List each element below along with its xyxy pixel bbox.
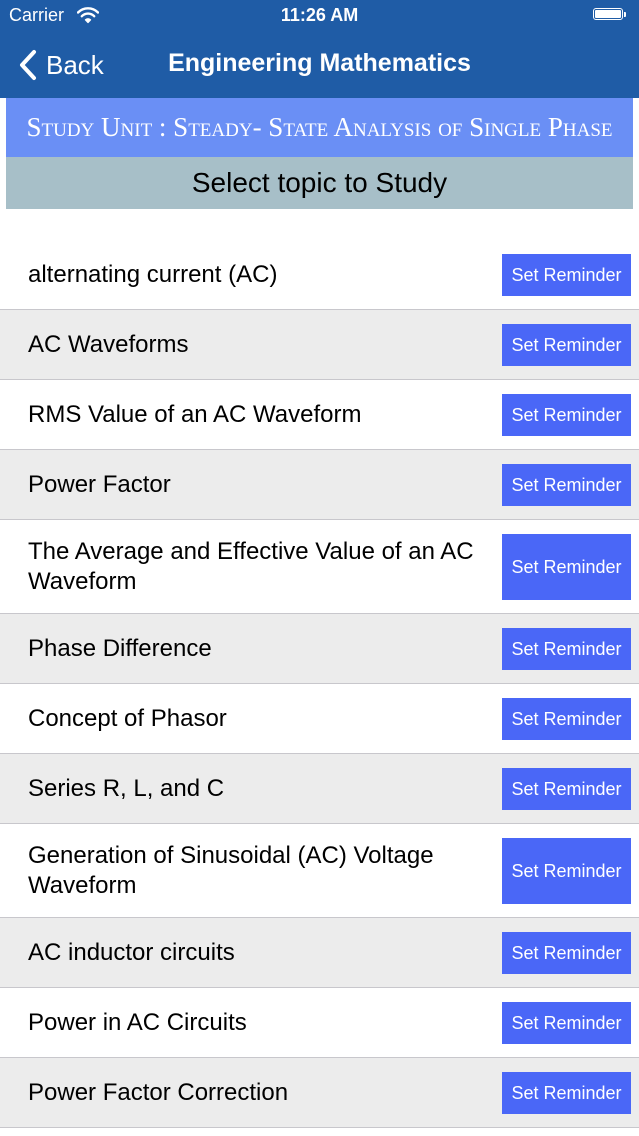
topic-row[interactable]: alternating current (AC) Set Reminder bbox=[0, 240, 639, 310]
study-unit-banner: Study Unit : Steady- State Analysis of S… bbox=[6, 98, 633, 157]
topic-label: alternating current (AC) bbox=[28, 260, 278, 288]
topic-row[interactable]: AC Waveforms Set Reminder bbox=[0, 310, 639, 380]
topic-row[interactable]: The Average and Effective Value of an AC… bbox=[0, 520, 639, 614]
topic-label: Series R, L, and C bbox=[28, 774, 225, 802]
topic-row[interactable]: Generation of Sinusoidal (AC) Voltage Wa… bbox=[0, 824, 639, 918]
set-reminder-button[interactable]: Set Reminder bbox=[502, 253, 631, 296]
topic-label: The Average and Effective Value of an AC… bbox=[28, 537, 474, 595]
set-reminder-button[interactable]: Set Reminder bbox=[502, 1071, 631, 1114]
set-reminder-button[interactable]: Set Reminder bbox=[502, 627, 631, 670]
select-topic-header: Select topic to Study bbox=[6, 157, 633, 209]
set-reminder-button[interactable]: Set Reminder bbox=[502, 767, 631, 810]
topic-label: Power in AC Circuits bbox=[28, 1008, 247, 1036]
topic-label: RMS Value of an AC Waveform bbox=[28, 400, 362, 428]
topic-row[interactable]: RMS Value of an AC Waveform Set Reminder bbox=[0, 380, 639, 450]
topic-row[interactable]: Phase Difference Set Reminder bbox=[0, 614, 639, 684]
navigation-bar: Carrier 11:26 AM Back Engineering Mathem… bbox=[0, 0, 639, 98]
set-reminder-button[interactable]: Set Reminder bbox=[502, 533, 631, 600]
set-reminder-button[interactable]: Set Reminder bbox=[502, 697, 631, 740]
set-reminder-button[interactable]: Set Reminder bbox=[502, 1001, 631, 1044]
topic-label: Generation of Sinusoidal (AC) Voltage Wa… bbox=[28, 841, 434, 899]
topic-label: Phase Difference bbox=[28, 634, 212, 662]
set-reminder-button[interactable]: Set Reminder bbox=[502, 837, 631, 904]
topic-row[interactable]: Series R, L, and C Set Reminder bbox=[0, 754, 639, 824]
topic-row[interactable]: Power in AC Circuits Set Reminder bbox=[0, 988, 639, 1058]
battery-icon bbox=[593, 8, 627, 22]
page-title: Engineering Mathematics bbox=[168, 49, 471, 77]
topic-row[interactable]: AC inductor circuits Set Reminder bbox=[0, 918, 639, 988]
set-reminder-button[interactable]: Set Reminder bbox=[502, 931, 631, 974]
status-bar: Carrier 11:26 AM bbox=[0, 0, 639, 32]
topic-list: alternating current (AC) Set Reminder AC… bbox=[0, 240, 639, 1128]
topic-row[interactable]: Power Factor Correction Set Reminder bbox=[0, 1058, 639, 1128]
topic-label: AC Waveforms bbox=[28, 330, 189, 358]
set-reminder-button[interactable]: Set Reminder bbox=[502, 323, 631, 366]
set-reminder-button[interactable]: Set Reminder bbox=[502, 393, 631, 436]
topic-row[interactable]: Power Factor Set Reminder bbox=[0, 450, 639, 520]
topic-label: AC inductor circuits bbox=[28, 938, 235, 966]
topic-label: Power Factor bbox=[28, 470, 171, 498]
topic-label: Concept of Phasor bbox=[28, 704, 227, 732]
status-time: 11:26 AM bbox=[280, 5, 359, 25]
topic-row[interactable]: Concept of Phasor Set Reminder bbox=[0, 684, 639, 754]
topic-label: Power Factor Correction bbox=[28, 1078, 289, 1106]
set-reminder-button[interactable]: Set Reminder bbox=[502, 463, 631, 506]
